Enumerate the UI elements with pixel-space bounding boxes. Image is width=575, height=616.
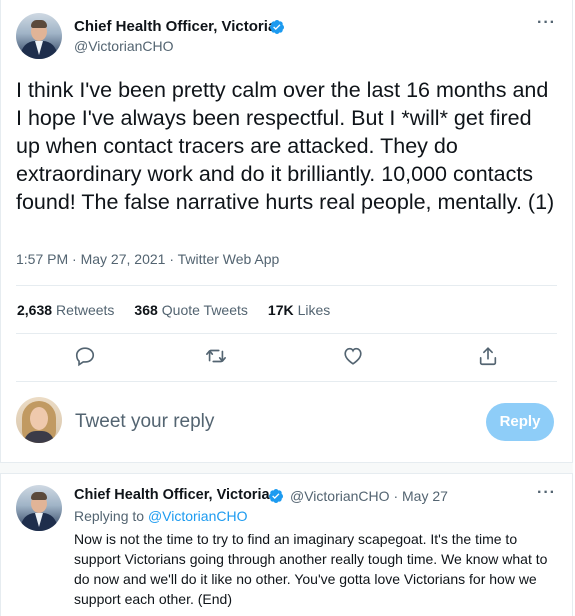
user-avatar[interactable] bbox=[16, 397, 62, 443]
tweet-meta: 1:57 PM · May 27, 2021 · Twitter Web App bbox=[16, 251, 280, 267]
tweet-date[interactable]: May 27, 2021 bbox=[81, 251, 166, 267]
replying-to-handle[interactable]: @VictorianCHO bbox=[148, 508, 248, 524]
more-options-icon[interactable]: ··· bbox=[537, 484, 556, 502]
reply-icon[interactable] bbox=[74, 345, 96, 367]
likes-stat[interactable]: 17K Likes bbox=[268, 302, 330, 318]
quote-tweets-stat[interactable]: 368 Quote Tweets bbox=[134, 302, 248, 318]
reply-author-handle[interactable]: @VictorianCHO bbox=[290, 488, 390, 504]
author-avatar[interactable] bbox=[16, 13, 62, 59]
tweet-stats: 2,638 Retweets 368 Quote Tweets 17K Likes bbox=[17, 302, 330, 318]
replying-to: Replying to @VictorianCHO bbox=[74, 508, 248, 524]
reply-author-name[interactable]: Chief Health Officer, Victoria bbox=[74, 487, 270, 503]
author-name[interactable]: Chief Health Officer, Victoria bbox=[74, 18, 276, 35]
share-icon[interactable] bbox=[477, 345, 499, 367]
like-icon[interactable] bbox=[342, 345, 364, 367]
retweets-stat[interactable]: 2,638 Retweets bbox=[17, 302, 114, 318]
verified-badge-icon bbox=[268, 489, 283, 503]
tweet-time[interactable]: 1:57 PM bbox=[16, 251, 68, 267]
retweet-icon[interactable] bbox=[205, 345, 227, 367]
more-options-icon[interactable]: ··· bbox=[537, 14, 556, 32]
divider bbox=[16, 333, 557, 334]
divider bbox=[16, 285, 557, 286]
reply-author-handle-line: @VictorianCHO · May 27 bbox=[290, 488, 448, 504]
section-divider bbox=[0, 462, 573, 474]
divider bbox=[16, 381, 557, 382]
verified-badge-icon bbox=[269, 20, 284, 34]
reply-date[interactable]: May 27 bbox=[402, 488, 448, 504]
tweet-source[interactable]: Twitter Web App bbox=[178, 251, 280, 267]
author-handle[interactable]: @VictorianCHO bbox=[74, 38, 174, 54]
tweet-text: I think I've been pretty calm over the l… bbox=[16, 78, 555, 214]
reply-button[interactable]: Reply bbox=[486, 403, 554, 441]
reply-tweet-text: Now is not the time to try to find an im… bbox=[74, 531, 548, 607]
reply-input[interactable]: Tweet your reply bbox=[75, 411, 214, 433]
reply-author-avatar[interactable] bbox=[16, 485, 62, 531]
